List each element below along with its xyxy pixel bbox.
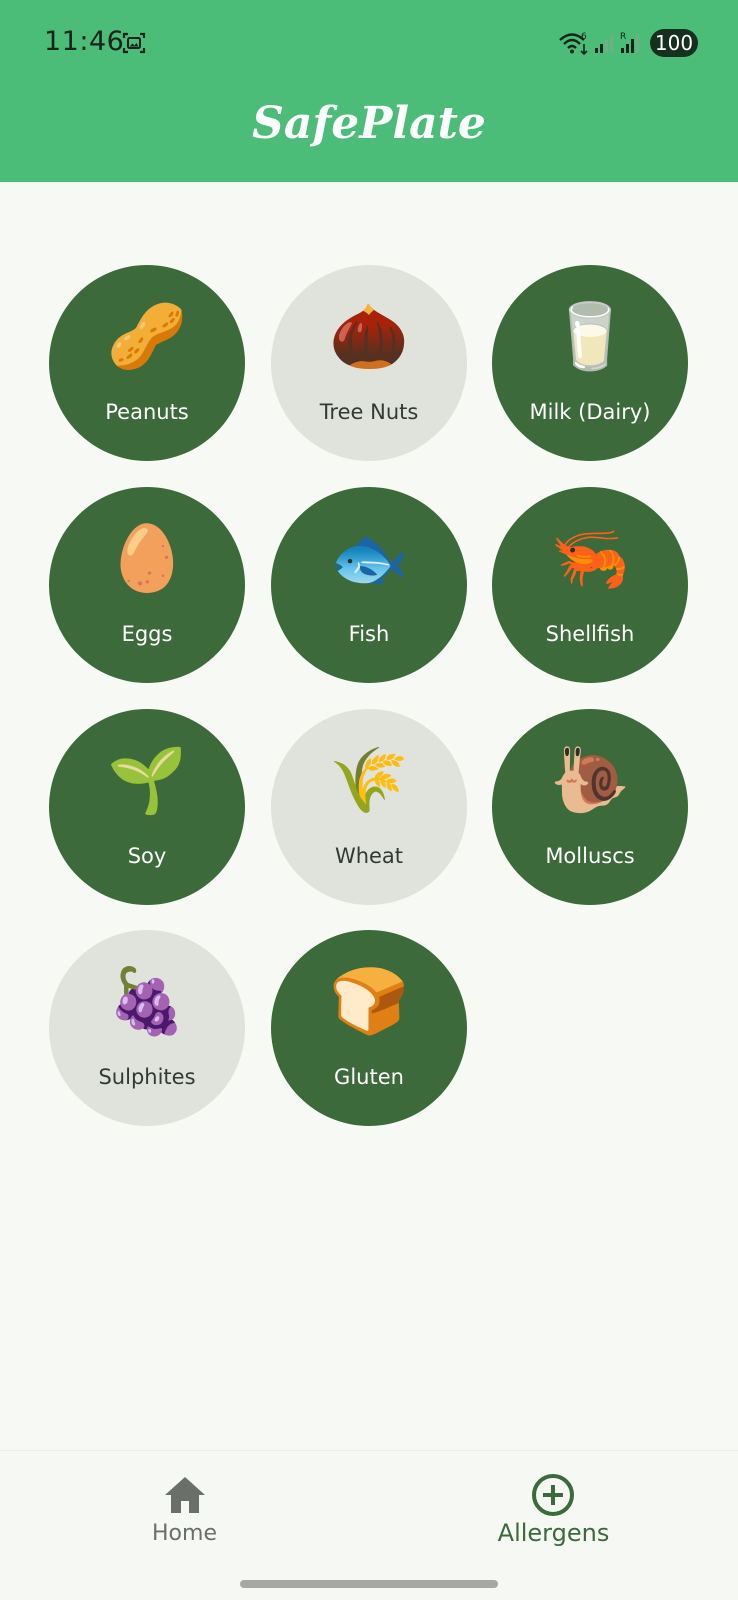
allergen-label: Molluscs bbox=[545, 844, 635, 868]
add-circle-icon bbox=[532, 1474, 574, 1516]
allergen-tile-soy[interactable]: 🌱 Soy bbox=[49, 709, 245, 905]
allergen-tile-milk[interactable]: 🥛 Milk (Dairy) bbox=[492, 265, 688, 461]
allergen-label: Peanuts bbox=[105, 400, 189, 424]
allergen-label: Gluten bbox=[334, 1065, 404, 1089]
wheat-icon: 🌾 bbox=[329, 744, 409, 818]
milk-glass-icon: 🥛 bbox=[550, 300, 630, 374]
allergen-tile-molluscs[interactable]: 🐌 Molluscs bbox=[492, 709, 688, 905]
chestnut-icon: 🌰 bbox=[329, 300, 409, 374]
allergen-label: Tree Nuts bbox=[319, 400, 419, 424]
shrimp-icon: 🦐 bbox=[550, 522, 630, 596]
nav-allergens[interactable]: Allergens bbox=[369, 1451, 738, 1571]
allergen-tile-eggs[interactable]: 🥚 Eggs bbox=[49, 487, 245, 683]
gesture-home-indicator[interactable] bbox=[240, 1580, 498, 1588]
bottom-navigation: Home Allergens bbox=[0, 1450, 738, 1600]
allergen-tile-gluten[interactable]: 🍞 Gluten bbox=[271, 930, 467, 1126]
allergen-grid: 🥜 Peanuts 🌰 Tree Nuts 🥛 Milk (Dairy) 🥚 E… bbox=[0, 0, 738, 1200]
fish-icon: 🐟 bbox=[329, 522, 409, 596]
snail-icon: 🐌 bbox=[550, 744, 630, 818]
allergen-label: Sulphites bbox=[98, 1065, 196, 1089]
allergen-label: Milk (Dairy) bbox=[529, 400, 651, 424]
allergen-label: Fish bbox=[348, 622, 390, 646]
home-icon bbox=[165, 1477, 205, 1513]
allergen-tile-tree-nuts[interactable]: 🌰 Tree Nuts bbox=[271, 265, 467, 461]
allergen-tile-shellfish[interactable]: 🦐 Shellfish bbox=[492, 487, 688, 683]
allergen-label: Shellfish bbox=[545, 622, 635, 646]
allergen-tile-wheat[interactable]: 🌾 Wheat bbox=[271, 709, 467, 905]
nav-home-label: Home bbox=[152, 1521, 217, 1546]
nav-allergens-label: Allergens bbox=[497, 1519, 610, 1547]
egg-icon: 🥚 bbox=[107, 522, 187, 596]
grapes-icon: 🍇 bbox=[107, 965, 187, 1039]
allergen-label: Soy bbox=[127, 844, 167, 868]
allergen-label: Eggs bbox=[121, 622, 173, 646]
nav-home[interactable]: Home bbox=[0, 1451, 369, 1571]
bread-icon: 🍞 bbox=[329, 965, 409, 1039]
allergen-label: Wheat bbox=[334, 844, 404, 868]
allergen-tile-sulphites[interactable]: 🍇 Sulphites bbox=[49, 930, 245, 1126]
seedling-icon: 🌱 bbox=[107, 744, 187, 818]
allergen-tile-peanuts[interactable]: 🥜 Peanuts bbox=[49, 265, 245, 461]
allergen-tile-fish[interactable]: 🐟 Fish bbox=[271, 487, 467, 683]
peanut-icon: 🥜 bbox=[107, 300, 187, 374]
